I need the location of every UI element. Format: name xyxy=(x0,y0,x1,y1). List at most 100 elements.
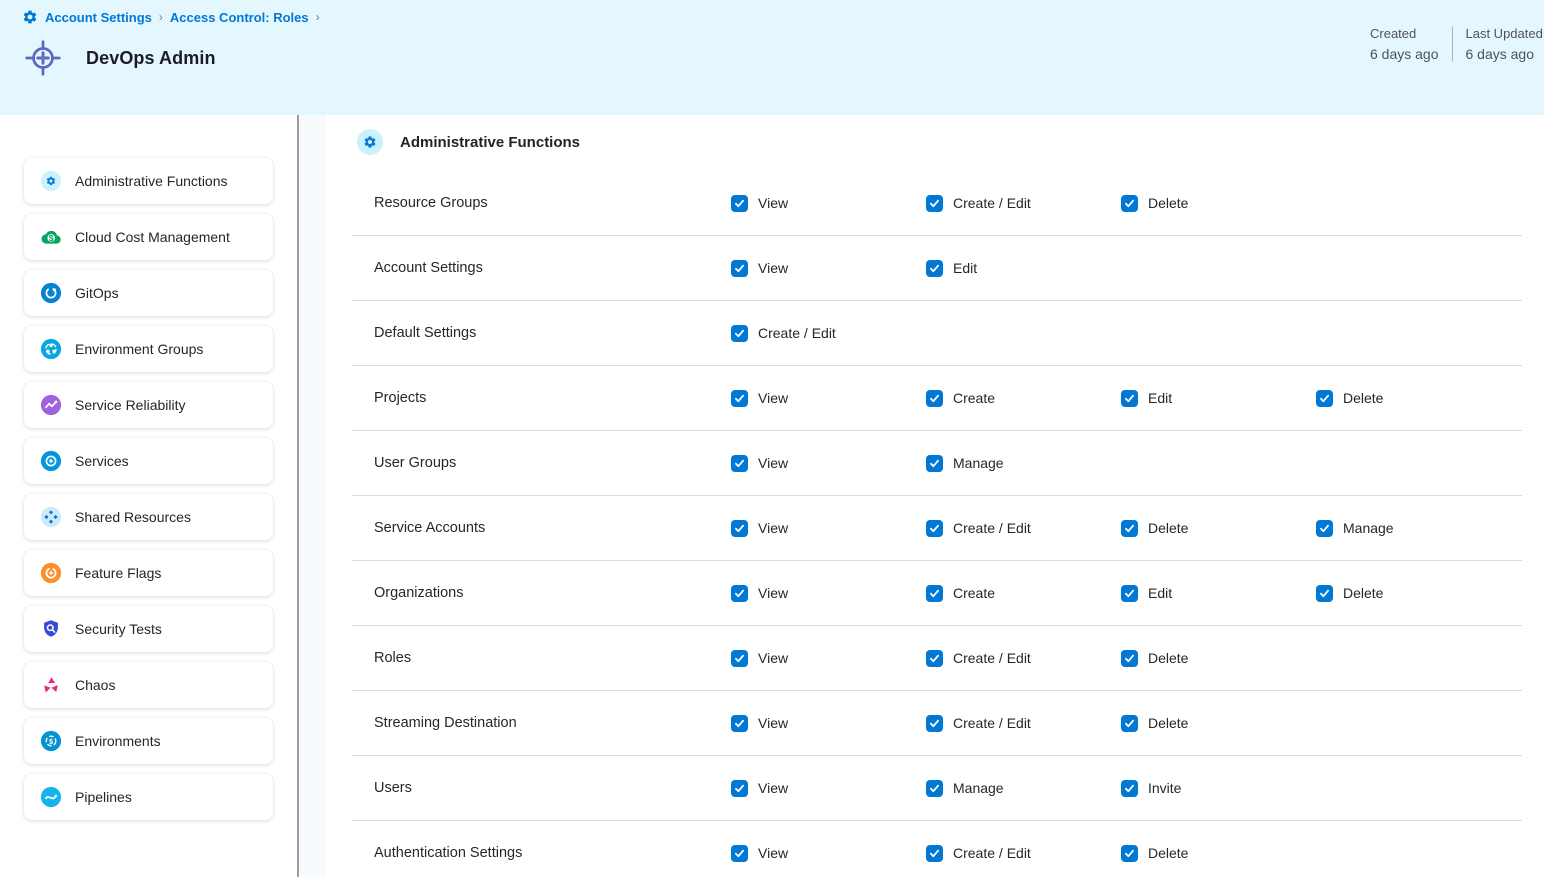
permission-option[interactable]: Create / Edit xyxy=(926,195,1121,212)
checkbox-checked-icon[interactable] xyxy=(1121,195,1138,212)
resource-name: Roles xyxy=(374,650,731,666)
checkbox-checked-icon[interactable] xyxy=(1121,585,1138,602)
permission-option[interactable]: Create / Edit xyxy=(926,845,1121,862)
permission-label: Delete xyxy=(1343,390,1383,406)
sidebar-item-gitops[interactable]: GitOps xyxy=(24,270,273,316)
checkbox-checked-icon[interactable] xyxy=(926,520,943,537)
checkbox-checked-icon[interactable] xyxy=(1121,845,1138,862)
sidebar-item-security-tests[interactable]: Security Tests xyxy=(24,606,273,652)
permission-option[interactable]: View xyxy=(731,845,926,862)
breadcrumb-access-control-roles[interactable]: Access Control: Roles xyxy=(170,10,309,25)
permission-option[interactable]: View xyxy=(731,195,926,212)
checkbox-checked-icon[interactable] xyxy=(926,715,943,732)
checkbox-checked-icon[interactable] xyxy=(1316,585,1333,602)
permission-option[interactable]: Create / Edit xyxy=(926,520,1121,537)
permission-option[interactable]: View xyxy=(731,260,926,277)
permission-cells: ViewCreate / EditDelete xyxy=(731,195,1522,212)
permission-label: View xyxy=(758,650,788,666)
permission-option[interactable]: Delete xyxy=(1121,195,1316,212)
checkbox-checked-icon[interactable] xyxy=(731,390,748,407)
permission-option[interactable]: View xyxy=(731,455,926,472)
sidebar-item-environment-groups[interactable]: Environment Groups xyxy=(24,326,273,372)
checkbox-checked-icon[interactable] xyxy=(1121,520,1138,537)
checkbox-checked-icon[interactable] xyxy=(1316,520,1333,537)
checkbox-checked-icon[interactable] xyxy=(731,195,748,212)
permission-option[interactable]: Edit xyxy=(1121,585,1316,602)
checkbox-checked-icon[interactable] xyxy=(926,390,943,407)
permission-option[interactable]: Manage xyxy=(1316,520,1511,537)
checkbox-checked-icon[interactable] xyxy=(731,260,748,277)
permission-option[interactable]: Delete xyxy=(1121,520,1316,537)
permission-option[interactable]: Delete xyxy=(1121,845,1316,862)
permission-option[interactable]: Invite xyxy=(1121,780,1316,797)
checkbox-checked-icon[interactable] xyxy=(1121,390,1138,407)
permission-option[interactable]: View xyxy=(731,715,926,732)
checkbox-checked-icon[interactable] xyxy=(731,520,748,537)
checkbox-checked-icon[interactable] xyxy=(1121,780,1138,797)
permission-label: Create / Edit xyxy=(953,715,1031,731)
permission-option[interactable]: Create / Edit xyxy=(926,650,1121,667)
checkbox-checked-icon[interactable] xyxy=(731,585,748,602)
sidebar-item-environments[interactable]: $ Environments xyxy=(24,718,273,764)
checkbox-checked-icon[interactable] xyxy=(926,845,943,862)
gear-icon xyxy=(357,129,383,155)
checkbox-checked-icon[interactable] xyxy=(731,650,748,667)
permission-option[interactable]: Create / Edit xyxy=(731,325,926,342)
permission-option[interactable]: Create xyxy=(926,585,1121,602)
sidebar-item-services[interactable]: Services xyxy=(24,438,273,484)
sidebar-item-chaos[interactable]: Chaos xyxy=(24,662,273,708)
permission-option[interactable]: Manage xyxy=(926,455,1121,472)
checkbox-checked-icon[interactable] xyxy=(731,455,748,472)
checkbox-checked-icon[interactable] xyxy=(926,780,943,797)
checkbox-checked-icon[interactable] xyxy=(731,780,748,797)
checkbox-checked-icon[interactable] xyxy=(926,455,943,472)
checkbox-checked-icon[interactable] xyxy=(1316,390,1333,407)
sidebar-item-administrative-functions[interactable]: Administrative Functions xyxy=(24,158,273,204)
checkbox-checked-icon[interactable] xyxy=(731,715,748,732)
checkbox-checked-icon[interactable] xyxy=(731,325,748,342)
header-meta: Created 6 days ago Last Updated 6 days a… xyxy=(1370,26,1543,62)
permission-label: View xyxy=(758,845,788,861)
checkbox-checked-icon[interactable] xyxy=(926,585,943,602)
permission-option[interactable]: View xyxy=(731,520,926,537)
permission-option[interactable]: Edit xyxy=(1121,390,1316,407)
sidebar-item-feature-flags[interactable]: Feature Flags xyxy=(24,550,273,596)
permission-option[interactable]: Manage xyxy=(926,780,1121,797)
permission-option[interactable]: Delete xyxy=(1121,650,1316,667)
sidebar-item-shared-resources[interactable]: Shared Resources xyxy=(24,494,273,540)
checkbox-checked-icon[interactable] xyxy=(926,195,943,212)
breadcrumb-separator: › xyxy=(159,10,163,24)
permission-option[interactable]: Edit xyxy=(926,260,1121,277)
permission-cells: View Create Edit Delete xyxy=(731,585,1522,602)
permission-option[interactable]: Delete xyxy=(1316,390,1511,407)
checkbox-checked-icon[interactable] xyxy=(926,650,943,667)
permission-label: Create xyxy=(953,585,995,601)
permission-label: Manage xyxy=(953,455,1004,471)
sidebar-item-cloud-cost-management[interactable]: $ Cloud Cost Management xyxy=(24,214,273,260)
permission-option[interactable]: Create / Edit xyxy=(926,715,1121,732)
breadcrumb: Account Settings › Access Control: Roles… xyxy=(22,9,1544,25)
permission-option[interactable]: Delete xyxy=(1121,715,1316,732)
permission-label: Edit xyxy=(953,260,977,276)
sidebar-item-label: Cloud Cost Management xyxy=(75,229,230,245)
permission-option[interactable]: View xyxy=(731,650,926,667)
sidebar-item-pipelines[interactable]: Pipelines xyxy=(24,774,273,820)
checkbox-checked-icon[interactable] xyxy=(1121,650,1138,667)
permission-option[interactable]: View xyxy=(731,585,926,602)
breadcrumb-account-settings[interactable]: Account Settings xyxy=(45,10,152,25)
checkbox-checked-icon[interactable] xyxy=(1121,715,1138,732)
chaos-icon xyxy=(40,674,62,696)
permission-row: Organizations ViewCreateEditDelete xyxy=(352,561,1522,626)
resource-name: Service Accounts xyxy=(374,520,731,536)
sidebar-item-service-reliability[interactable]: Service Reliability xyxy=(24,382,273,428)
permission-option[interactable]: View xyxy=(731,780,926,797)
permission-label: Delete xyxy=(1148,845,1188,861)
permission-option[interactable]: Create xyxy=(926,390,1121,407)
permission-option[interactable]: Delete xyxy=(1316,585,1511,602)
role-crosshair-icon xyxy=(22,37,64,79)
permission-option[interactable]: View xyxy=(731,390,926,407)
checkbox-checked-icon[interactable] xyxy=(926,260,943,277)
permission-label: Edit xyxy=(1148,585,1172,601)
checkbox-checked-icon[interactable] xyxy=(731,845,748,862)
resource-name: Projects xyxy=(374,390,731,406)
